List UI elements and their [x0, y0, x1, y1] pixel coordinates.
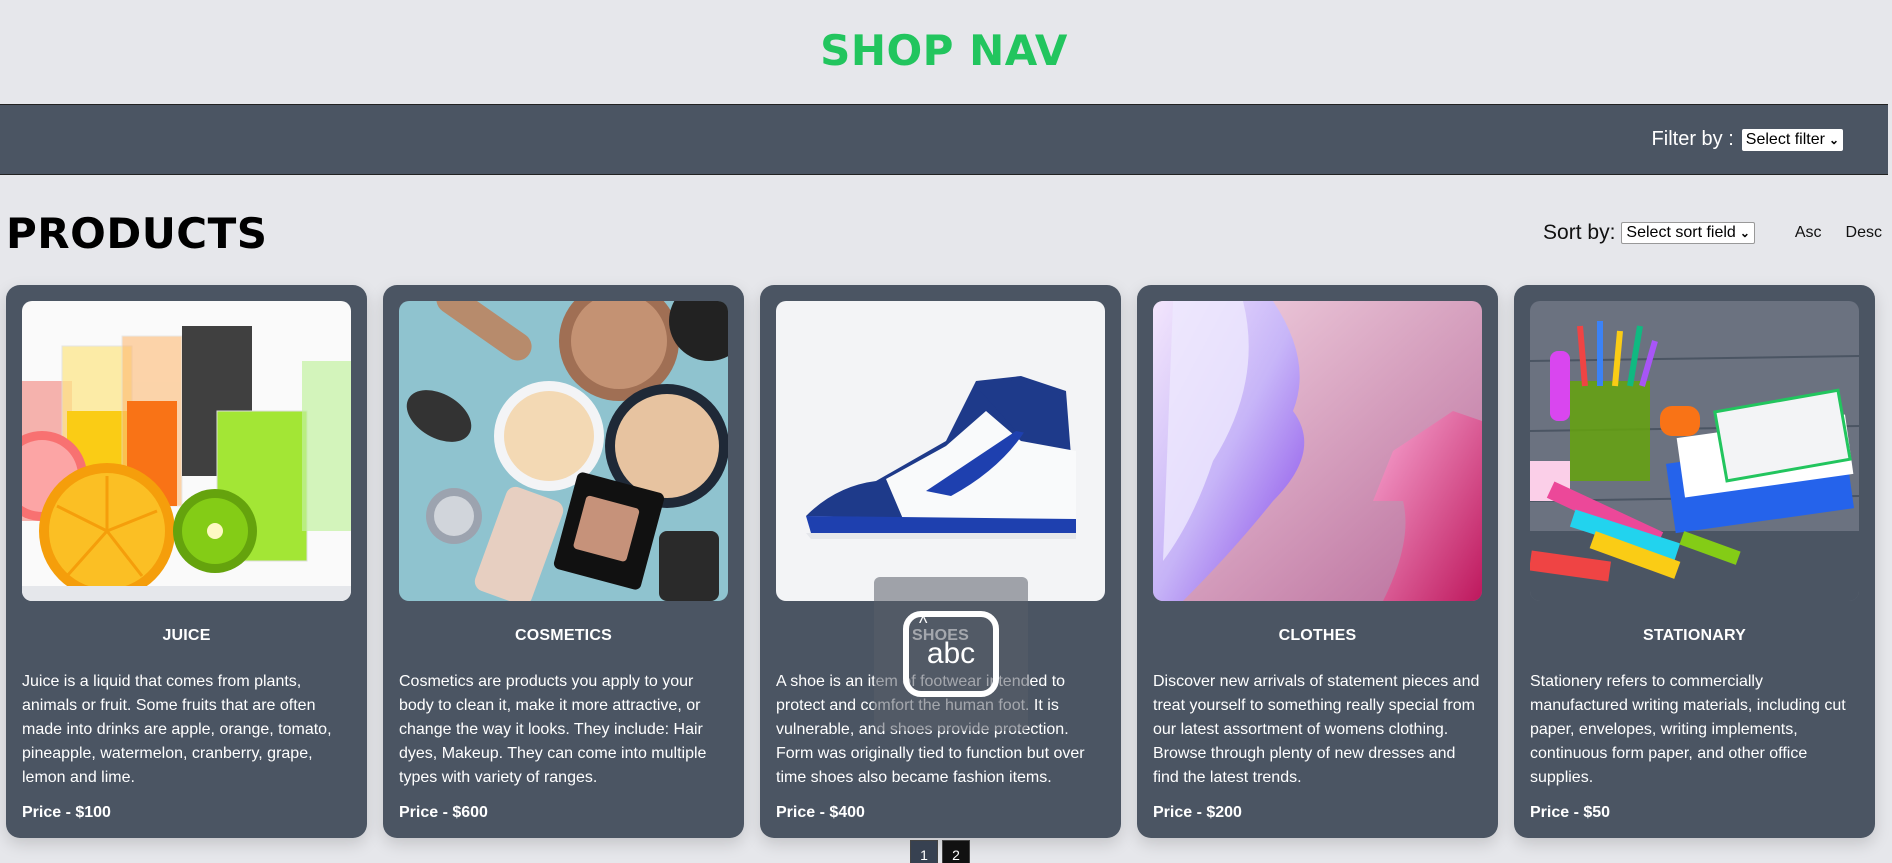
filter-label: Filter by :	[1651, 128, 1734, 150]
pagination: 1 2	[910, 840, 970, 863]
page-button-1[interactable]: 1	[910, 840, 938, 863]
product-description: Cosmetics are products you apply to your…	[399, 673, 707, 786]
sort-select-value: Select sort field	[1626, 223, 1736, 241]
product-description: Juice is a liquid that comes from plants…	[22, 673, 332, 786]
product-price: Price - $50	[1530, 804, 1611, 821]
products-heading-row: PRODUCTS Sort by: Select sort field ⌄ As…	[0, 175, 1888, 290]
page-title: PRODUCTS	[6, 209, 268, 258]
brand-title[interactable]: SHOP NAV	[820, 26, 1068, 75]
keyboard-input-icon: ^ abc	[903, 611, 999, 697]
product-title: JUICE	[162, 627, 211, 644]
juice-image	[22, 301, 351, 601]
product-card[interactable]: CLOTHES Discover new arrivals of stateme…	[1137, 285, 1498, 838]
cosmetics-image	[399, 301, 728, 601]
product-description: Stationery refers to commercially manufa…	[1530, 673, 1846, 786]
product-card[interactable]: COSMETICS Cosmetics are products you app…	[383, 285, 744, 838]
overlay-text: abc	[926, 637, 976, 670]
chevron-down-icon: ⌄	[1828, 132, 1839, 147]
product-card[interactable]: SHOES A shoe is an item of footwear inte…	[760, 285, 1121, 838]
sort-desc-button[interactable]: Desc	[1846, 224, 1882, 242]
site-header: SHOP NAV	[0, 0, 1888, 105]
product-grid: JUICE Juice is a liquid that comes from …	[6, 285, 1875, 838]
sort-asc-button[interactable]: Asc	[1795, 224, 1822, 242]
sort-label: Sort by:	[1543, 220, 1616, 244]
chevron-down-icon: ⌄	[1739, 225, 1750, 240]
product-price: Price - $400	[776, 804, 865, 821]
filter-select[interactable]: Select filter ⌄	[1741, 128, 1843, 151]
product-card[interactable]: JUICE Juice is a liquid that comes from …	[6, 285, 367, 838]
product-title: CLOTHES	[1278, 627, 1357, 644]
filter-bar: Filter by : Select filter ⌄	[0, 105, 1888, 175]
page-button-2[interactable]: 2	[942, 840, 970, 863]
shoe-image	[776, 301, 1105, 601]
product-description: Discover new arrivals of statement piece…	[1153, 673, 1480, 786]
filter-select-value: Select filter	[1745, 130, 1825, 148]
sort-select[interactable]: Select sort field ⌄	[1621, 221, 1755, 244]
product-price: Price - $600	[399, 804, 488, 821]
product-price: Price - $100	[22, 804, 111, 821]
stationery-image	[1530, 301, 1859, 601]
product-title: STATIONARY	[1642, 627, 1747, 644]
caret-up-icon: ^	[919, 613, 928, 633]
sort-controls: Sort by: Select sort field ⌄ Asc Desc	[1543, 221, 1882, 245]
clothes-image	[1153, 301, 1482, 601]
keyboard-input-overlay[interactable]: ^ abc	[874, 577, 1028, 731]
product-card[interactable]: STATIONARY Stationery refers to commerci…	[1514, 285, 1875, 838]
product-title: COSMETICS	[515, 627, 612, 644]
product-price: Price - $200	[1153, 804, 1242, 821]
